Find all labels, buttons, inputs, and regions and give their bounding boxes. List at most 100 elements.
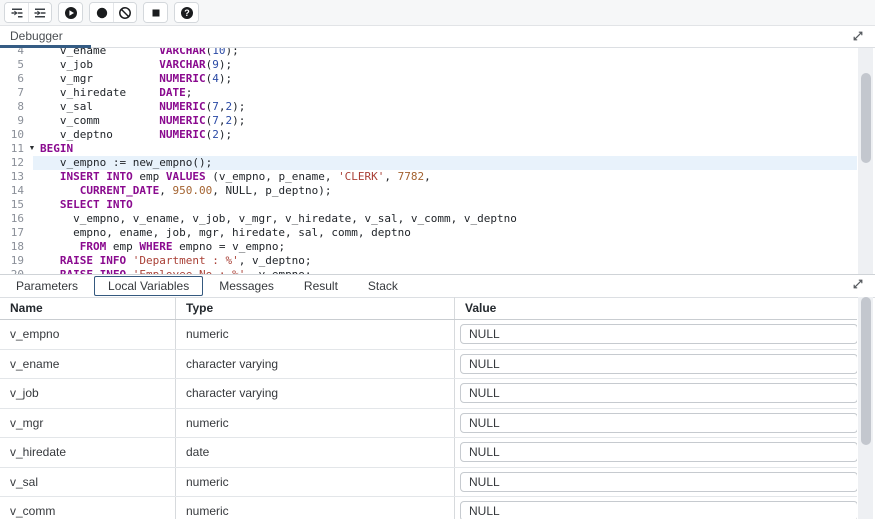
code-line-text: v_comm NUMERIC(7,2);	[40, 114, 245, 128]
code-line-text: empno, ename, job, mgr, hiredate, sal, c…	[40, 226, 411, 240]
fold-gutter-spacer	[24, 156, 40, 170]
gutter-line-number[interactable]: 19	[0, 254, 24, 268]
gutter-line-number[interactable]: 17	[0, 226, 24, 240]
code-line-18[interactable]: 18 FROM emp WHERE empno = v_empno;	[0, 240, 857, 254]
gutter-line-number[interactable]: 10	[0, 128, 24, 142]
variable-value-input[interactable]	[460, 354, 857, 374]
panel-scrollbar-thumb[interactable]	[861, 297, 871, 445]
continue-button-group	[58, 2, 83, 23]
panel-scrollbar-track[interactable]	[858, 297, 873, 519]
gutter-line-number[interactable]: 12	[0, 156, 24, 170]
code-line-11[interactable]: 11▼BEGIN	[0, 142, 857, 156]
variable-value-cell	[455, 409, 857, 438]
variable-value-cell	[455, 468, 857, 497]
code-line-8[interactable]: 8 v_sal NUMERIC(7,2);	[0, 100, 857, 114]
code-lines: 4 v_ename VARCHAR(10);5 v_job VARCHAR(9)…	[0, 48, 857, 274]
fold-gutter-spacer	[24, 254, 40, 268]
gutter-line-number[interactable]: 5	[0, 58, 24, 72]
code-line-text: v_mgr NUMERIC(4);	[40, 72, 232, 86]
gutter-line-number[interactable]: 16	[0, 212, 24, 226]
code-line-text: v_deptno NUMERIC(2);	[40, 128, 232, 142]
dock-tab-bar: Debugger	[0, 26, 875, 48]
step-button-group	[4, 2, 52, 23]
step-over-button[interactable]	[28, 3, 51, 22]
variable-value-cell	[455, 438, 857, 467]
help-button-group: ?	[174, 2, 199, 23]
code-line-6[interactable]: 6 v_mgr NUMERIC(4);	[0, 72, 857, 86]
variable-type: date	[176, 438, 455, 467]
gutter-line-number[interactable]: 4	[0, 48, 24, 58]
editor-scrollbar-thumb[interactable]	[861, 73, 871, 163]
variable-name: v_empno	[0, 320, 176, 349]
step-into-button[interactable]	[5, 3, 28, 22]
fold-gutter-spacer	[24, 170, 40, 184]
code-line-text: SELECT INTO	[40, 198, 133, 212]
gutter-line-number[interactable]: 11	[0, 142, 24, 156]
table-header-row: Name Type Value	[0, 297, 857, 320]
code-line-14[interactable]: 14 CURRENT_DATE, 950.00, NULL, p_deptno)…	[0, 184, 857, 198]
svg-text:?: ?	[184, 8, 190, 18]
code-line-4[interactable]: 4 v_ename VARCHAR(10);	[0, 48, 857, 58]
column-header-value: Value	[455, 297, 857, 319]
debugger-toolbar: ?	[0, 0, 875, 26]
gutter-line-number[interactable]: 18	[0, 240, 24, 254]
gutter-line-number[interactable]: 9	[0, 114, 24, 128]
panel-expand-button[interactable]	[849, 277, 867, 293]
variable-value-cell	[455, 320, 857, 349]
variable-value-input[interactable]	[460, 413, 857, 433]
code-line-text: CURRENT_DATE, 950.00, NULL, p_deptno);	[40, 184, 331, 198]
code-line-text: v_ename VARCHAR(10);	[40, 48, 239, 58]
code-line-17[interactable]: 17 empno, ename, job, mgr, hiredate, sal…	[0, 226, 857, 240]
gutter-line-number[interactable]: 13	[0, 170, 24, 184]
clear-all-breakpoints-button[interactable]	[113, 3, 136, 22]
variable-value-input[interactable]	[460, 324, 857, 344]
code-line-13[interactable]: 13 INSERT INTO emp VALUES (v_empno, p_en…	[0, 170, 857, 184]
variable-value-input[interactable]	[460, 501, 857, 519]
gutter-line-number[interactable]: 14	[0, 184, 24, 198]
panel-tab-local-variables[interactable]: Local Variables	[94, 276, 203, 296]
stop-button-group	[143, 2, 168, 23]
code-editor[interactable]: 4 v_ename VARCHAR(10);5 v_job VARCHAR(9)…	[0, 48, 875, 274]
code-line-7[interactable]: 7 v_hiredate DATE;	[0, 86, 857, 100]
variable-value-cell	[455, 497, 857, 519]
fold-gutter-spacer	[24, 86, 40, 100]
gutter-line-number[interactable]: 15	[0, 198, 24, 212]
code-line-12[interactable]: 12 v_empno := new_empno();	[0, 156, 857, 170]
code-line-text: v_job VARCHAR(9);	[40, 58, 232, 72]
panel-tab-stack[interactable]: Stack	[354, 276, 412, 296]
gutter-line-number[interactable]: 7	[0, 86, 24, 100]
toggle-breakpoint-button[interactable]	[90, 3, 113, 22]
fold-marker-icon[interactable]: ▼	[24, 142, 40, 156]
debugger-bottom-panel: ParametersLocal VariablesMessagesResultS…	[0, 274, 875, 519]
code-line-text: BEGIN	[40, 142, 73, 156]
continue-button[interactable]	[59, 3, 82, 22]
editor-scrollbar-track[interactable]	[858, 48, 873, 274]
ban-circle-icon	[118, 6, 132, 20]
panel-tab-result[interactable]: Result	[290, 276, 352, 296]
variable-type: character varying	[176, 350, 455, 379]
variable-value-input[interactable]	[460, 472, 857, 492]
gutter-line-number[interactable]: 8	[0, 100, 24, 114]
variable-value-input[interactable]	[460, 383, 857, 403]
code-line-text: FROM emp WHERE empno = v_empno;	[40, 240, 285, 254]
breakpoint-button-group	[89, 2, 137, 23]
panel-tab-messages[interactable]: Messages	[205, 276, 288, 296]
help-button[interactable]: ?	[175, 3, 198, 22]
panel-tab-parameters[interactable]: Parameters	[2, 276, 92, 296]
stop-button[interactable]	[144, 3, 167, 22]
tab-debugger[interactable]: Debugger	[0, 26, 91, 48]
variable-row-v_ename: v_enamecharacter varying	[0, 350, 857, 380]
editor-expand-button[interactable]	[849, 29, 867, 45]
code-line-5[interactable]: 5 v_job VARCHAR(9);	[0, 58, 857, 72]
code-line-19[interactable]: 19 RAISE INFO 'Department : %', v_deptno…	[0, 254, 857, 268]
breakpoint-circle-icon	[95, 6, 109, 20]
code-line-16[interactable]: 16 v_empno, v_ename, v_job, v_mgr, v_hir…	[0, 212, 857, 226]
gutter-line-number[interactable]: 6	[0, 72, 24, 86]
variable-value-input[interactable]	[460, 442, 857, 462]
expand-diagonal-icon	[851, 29, 865, 43]
code-line-9[interactable]: 9 v_comm NUMERIC(7,2);	[0, 114, 857, 128]
code-line-10[interactable]: 10 v_deptno NUMERIC(2);	[0, 128, 857, 142]
code-line-15[interactable]: 15 SELECT INTO	[0, 198, 857, 212]
variable-name: v_job	[0, 379, 176, 408]
column-header-type: Type	[176, 297, 455, 319]
